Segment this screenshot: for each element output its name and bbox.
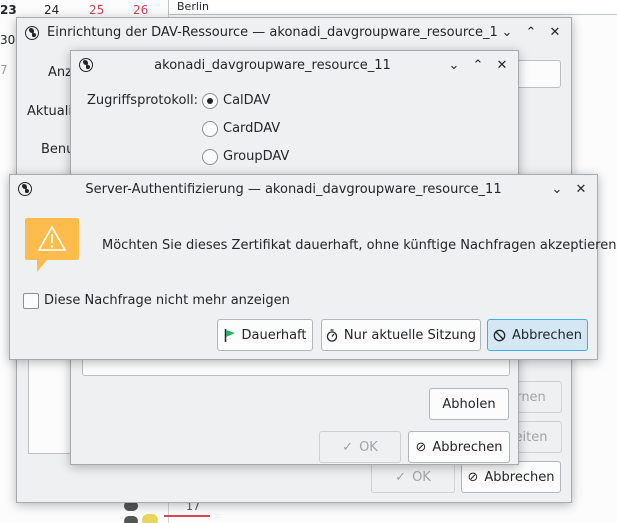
chevron-up-icon[interactable]: ⌃ — [468, 55, 488, 75]
calendar-day[interactable]: 25 — [89, 3, 104, 17]
radio-groupdav[interactable] — [202, 149, 218, 165]
globe-icon — [18, 182, 32, 196]
globe-icon — [79, 58, 93, 72]
edit-button[interactable]: eiten — [514, 421, 562, 453]
flag-icon — [224, 328, 235, 342]
auth-dialog: Server-Authentifizierung — akonadi_davgr… — [9, 174, 617, 360]
radio-groupdav-label[interactable]: GroupDAV — [223, 149, 289, 164]
calendar-day[interactable]: 26 — [133, 3, 148, 17]
cancel-button[interactable]: ⊘ Abbrechen — [408, 431, 510, 463]
globe-icon — [25, 25, 39, 40]
window-title: akonadi_davgroupware_resource_11 — [154, 57, 391, 73]
window-title: Einrichtung der DAV-Ressource — akonadi_… — [47, 25, 497, 40]
chevron-down-icon[interactable]: ⌄ — [497, 23, 517, 43]
ok-button[interactable]: ✓ OK — [319, 431, 401, 463]
radio-caldav[interactable] — [202, 93, 218, 109]
titlebar[interactable]: akonadi_davgroupware_resource_11 ⌄ ⌃ ✕ — [71, 51, 518, 79]
radio-carddav[interactable] — [202, 121, 218, 137]
radio-carddav-label[interactable]: CardDAV — [223, 121, 280, 136]
chevron-down-icon[interactable]: ⌄ — [547, 179, 567, 199]
fetch-button[interactable]: Abholen — [429, 388, 509, 420]
calendar-week-day[interactable]: 30 — [0, 33, 15, 47]
protocol-label: Zugriffsprotokoll: — [87, 93, 199, 108]
current-time-line — [164, 515, 210, 517]
warning-icon — [25, 218, 79, 272]
window-title: Server-Authentifizierung — akonadi_davgr… — [85, 181, 502, 197]
close-icon[interactable]: ✕ — [571, 179, 591, 199]
timer-icon — [326, 328, 338, 342]
permanent-button[interactable]: Dauerhaft — [217, 319, 313, 351]
titlebar[interactable]: Einrichtung der DAV-Ressource — akonadi_… — [17, 18, 571, 47]
cancel-icon: ⊘ — [415, 439, 427, 455]
event-icon — [124, 516, 138, 523]
dont-ask-checkbox[interactable] — [23, 293, 39, 309]
chevron-up-icon[interactable]: ⌃ — [521, 23, 541, 43]
cancel-button[interactable]: Abbrechen — [487, 319, 588, 351]
display-name-label: Anz — [48, 65, 72, 80]
event-marker — [142, 514, 158, 523]
check-icon: ✓ — [342, 439, 354, 455]
dont-ask-label[interactable]: Diese Nachfrage nicht mehr anzeigen — [44, 293, 290, 308]
check-icon: ✓ — [395, 469, 407, 485]
message-text: Möchten Sie dieses Zertifikat dauerhaft,… — [102, 238, 617, 253]
close-icon[interactable]: ✕ — [492, 55, 512, 75]
remove-button[interactable]: rnen — [514, 381, 562, 413]
cancel-button[interactable]: ⊘ Abbrechen — [461, 461, 561, 493]
titlebar[interactable]: Server-Authentifizierung — akonadi_davgr… — [10, 175, 597, 203]
calendar-day[interactable]: 23 — [0, 3, 17, 17]
timezone-header: Berlin — [168, 0, 617, 15]
session-only-button[interactable]: Nur aktuelle Sitzung — [321, 319, 481, 351]
ok-button[interactable]: ✓ OK — [371, 461, 455, 493]
cancel-icon — [493, 329, 506, 341]
chevron-down-icon[interactable]: ⌄ — [444, 55, 464, 75]
calendar-week-day[interactable]: 7 — [0, 63, 8, 77]
cancel-icon: ⊘ — [467, 469, 479, 485]
close-icon[interactable]: ✕ — [545, 23, 565, 43]
calendar-day[interactable]: 24 — [44, 3, 59, 17]
radio-caldav-label[interactable]: CalDAV — [223, 93, 270, 108]
